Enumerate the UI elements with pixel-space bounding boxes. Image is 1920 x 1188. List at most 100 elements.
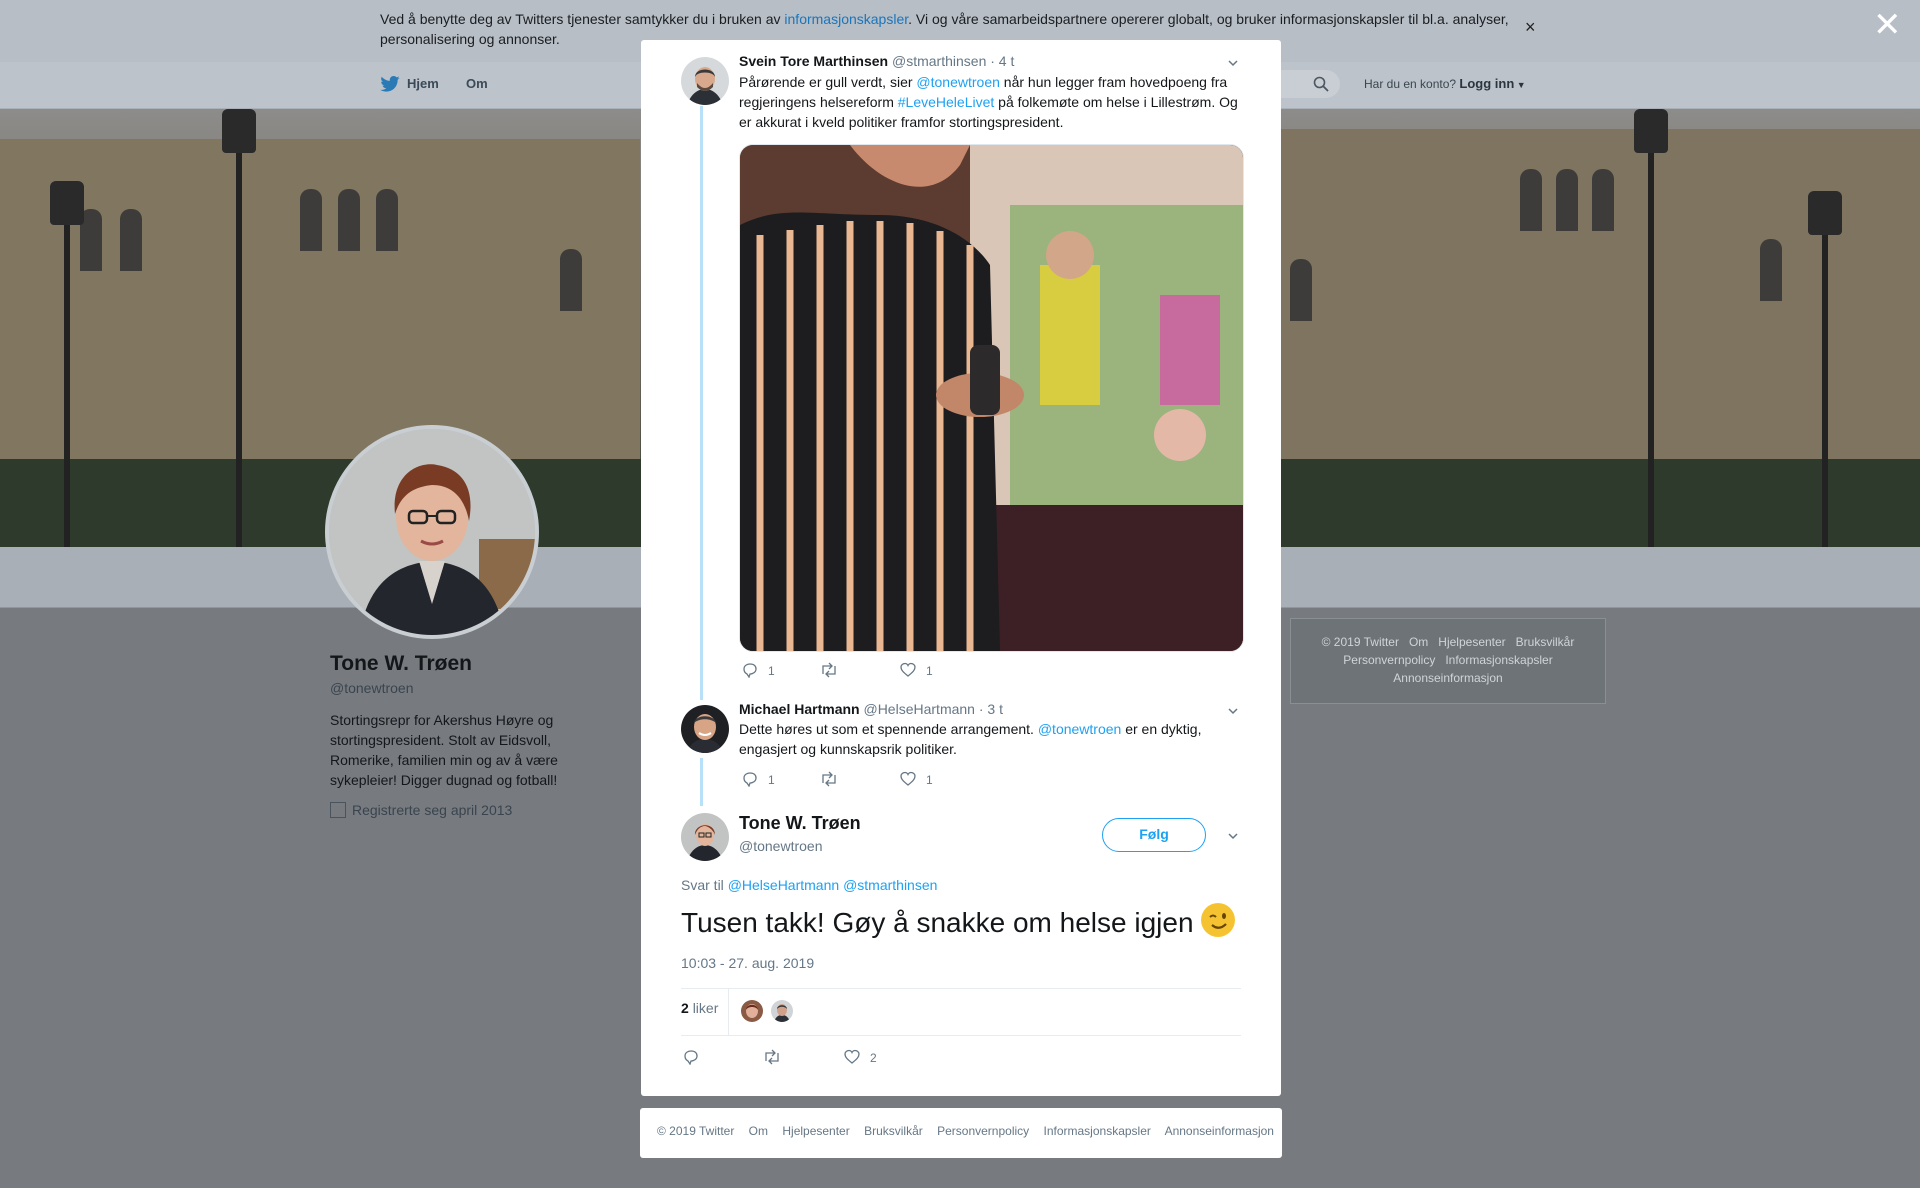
lamp-head: [1808, 191, 1842, 235]
search-icon[interactable]: [1313, 76, 1329, 92]
footer-link-cookies[interactable]: Informasjonskapsler: [1044, 1124, 1151, 1138]
joined-text: Registrerte seg april 2013: [352, 802, 513, 818]
tweet-text: Pårørende er gull verdt, sier @tonewtroe…: [739, 72, 1242, 132]
close-icon[interactable]: ✕: [1873, 8, 1902, 42]
divider: [681, 1035, 1241, 1036]
cookie-link[interactable]: informasjonskapsler: [784, 11, 908, 27]
retweet-icon: [765, 1049, 779, 1065]
reply-icon: [743, 663, 757, 679]
window: [560, 249, 582, 311]
retweet-action[interactable]: [820, 771, 848, 787]
liker-avatar[interactable]: [771, 1000, 793, 1022]
mention-link[interactable]: @tonewtroen: [916, 74, 999, 90]
calendar-icon: [330, 802, 346, 818]
footer-link-about[interactable]: Om: [1409, 635, 1428, 649]
reply-action[interactable]: 1: [742, 771, 775, 788]
profile-avatar[interactable]: [325, 425, 539, 639]
avatar-image: [681, 57, 729, 105]
reply-icon: [743, 772, 757, 788]
window: [300, 189, 322, 251]
tweet-header: Svein Tore Marthinsen @stmarthinsen · 4 …: [739, 53, 1014, 69]
like-action[interactable]: 2: [844, 1049, 877, 1065]
avatar-image: [741, 1000, 763, 1022]
avatar-image: [681, 705, 729, 753]
liker-avatar[interactable]: [741, 1000, 763, 1022]
tweet-time[interactable]: · 4 t: [990, 53, 1014, 69]
like-count: 2: [870, 1051, 877, 1065]
tweet-author-handle[interactable]: @stmarthinsen: [892, 53, 986, 69]
tweet-author-handle[interactable]: @HelseHartmann: [863, 701, 974, 717]
footer-copyright: © 2019 Twitter: [657, 1124, 735, 1138]
window: [376, 189, 398, 251]
likes-count: 2: [681, 1000, 689, 1016]
retweet-action[interactable]: [820, 662, 848, 678]
retweet-action[interactable]: [763, 1049, 781, 1065]
heart-icon: [844, 1049, 860, 1064]
tweet-author-name[interactable]: Svein Tore Marthinsen: [739, 53, 888, 69]
footer-link-help[interactable]: Hjelpesenter: [782, 1124, 849, 1138]
retweet-icon: [822, 662, 836, 678]
window: [1592, 169, 1614, 231]
tweet-avatar[interactable]: [681, 57, 729, 105]
window: [120, 209, 142, 271]
profile-avatar-image: [329, 429, 535, 635]
cookie-close-icon[interactable]: ×: [1525, 17, 1536, 38]
thread-line: [700, 106, 703, 700]
footer-link-ads[interactable]: Annonseinformasjon: [1165, 1124, 1274, 1138]
reply-to-mention[interactable]: @stmarthinsen: [843, 877, 937, 893]
likes-stat[interactable]: 2 liker: [681, 1000, 718, 1016]
follow-button[interactable]: Følg: [1102, 818, 1206, 852]
footer-link-terms[interactable]: Bruksvilkår: [1516, 635, 1575, 649]
reply-action[interactable]: [683, 1049, 699, 1066]
account-question: Har du en konto?: [1364, 77, 1457, 91]
twitter-bird-icon[interactable]: [380, 76, 400, 92]
chevron-down-icon[interactable]: [1228, 831, 1238, 841]
footer-link-privacy[interactable]: Personvernpolicy: [937, 1124, 1029, 1138]
tweet-avatar[interactable]: [681, 705, 729, 753]
lamp-post: [1648, 139, 1654, 547]
chevron-down-icon[interactable]: [1228, 706, 1238, 716]
reply-count: 1: [768, 664, 775, 678]
like-count: 1: [926, 773, 933, 787]
footer-link-help[interactable]: Hjelpesenter: [1438, 635, 1505, 649]
tweet-media-image[interactable]: [739, 144, 1244, 652]
profile-name[interactable]: Tone W. Trøen: [330, 652, 472, 676]
footer-link-about[interactable]: Om: [749, 1124, 768, 1138]
tweet-author-name[interactable]: Michael Hartmann: [739, 701, 860, 717]
chevron-down-icon[interactable]: [1228, 58, 1238, 68]
tweet-text-part: Dette høres ut som et spennende arrangem…: [739, 721, 1038, 737]
divider: [681, 988, 1241, 989]
like-action[interactable]: 1: [900, 771, 933, 787]
main-tweet-author-handle[interactable]: @tonewtroen: [739, 838, 822, 854]
main-tweet-author-name[interactable]: Tone W. Trøen: [739, 813, 861, 834]
lamp-post: [64, 209, 70, 547]
avatar-image: [681, 813, 729, 861]
hashtag-link[interactable]: #LeveHeleLivet: [898, 94, 995, 110]
window: [1556, 169, 1578, 231]
footer-link-cookies[interactable]: Informasjonskapsler: [1445, 653, 1552, 667]
window: [1760, 239, 1782, 301]
mention-link[interactable]: @tonewtroen: [1038, 721, 1121, 737]
tweet-time[interactable]: · 3 t: [979, 701, 1003, 717]
wink-emoji-icon: [1201, 903, 1236, 937]
footer-copyright: © 2019 Twitter: [1321, 635, 1399, 649]
profile-bio: Stortingsrepr for Akershus Høyre og stor…: [330, 712, 558, 788]
login-area: Har du en konto? Logg inn ▼: [1364, 76, 1526, 91]
avatar-image: [771, 1000, 793, 1022]
like-action[interactable]: 1: [900, 662, 933, 678]
main-tweet-timestamp[interactable]: 10:03 - 27. aug. 2019: [681, 955, 814, 971]
footer-link-ads[interactable]: Annonseinformasjon: [1393, 671, 1502, 685]
nav-home[interactable]: Hjem: [407, 76, 439, 91]
login-link[interactable]: Logg inn: [1459, 76, 1514, 91]
reply-to-mention[interactable]: @HelseHartmann: [728, 877, 839, 893]
cookie-text-before: Ved å benytte deg av Twitters tjenester …: [380, 11, 785, 27]
caret-down-icon[interactable]: ▼: [1514, 80, 1526, 90]
reply-action[interactable]: 1: [742, 662, 775, 679]
footer-link-terms[interactable]: Bruksvilkår: [864, 1124, 923, 1138]
main-tweet-text-content: Tusen takk! Gøy å snakke om helse igjen: [681, 907, 1194, 938]
nav-about[interactable]: Om: [466, 76, 488, 91]
footer-link-privacy[interactable]: Personvernpolicy: [1343, 653, 1435, 667]
main-tweet-avatar[interactable]: [681, 813, 729, 861]
divider: [728, 989, 729, 1035]
profile-handle[interactable]: @tonewtroen: [330, 680, 413, 696]
